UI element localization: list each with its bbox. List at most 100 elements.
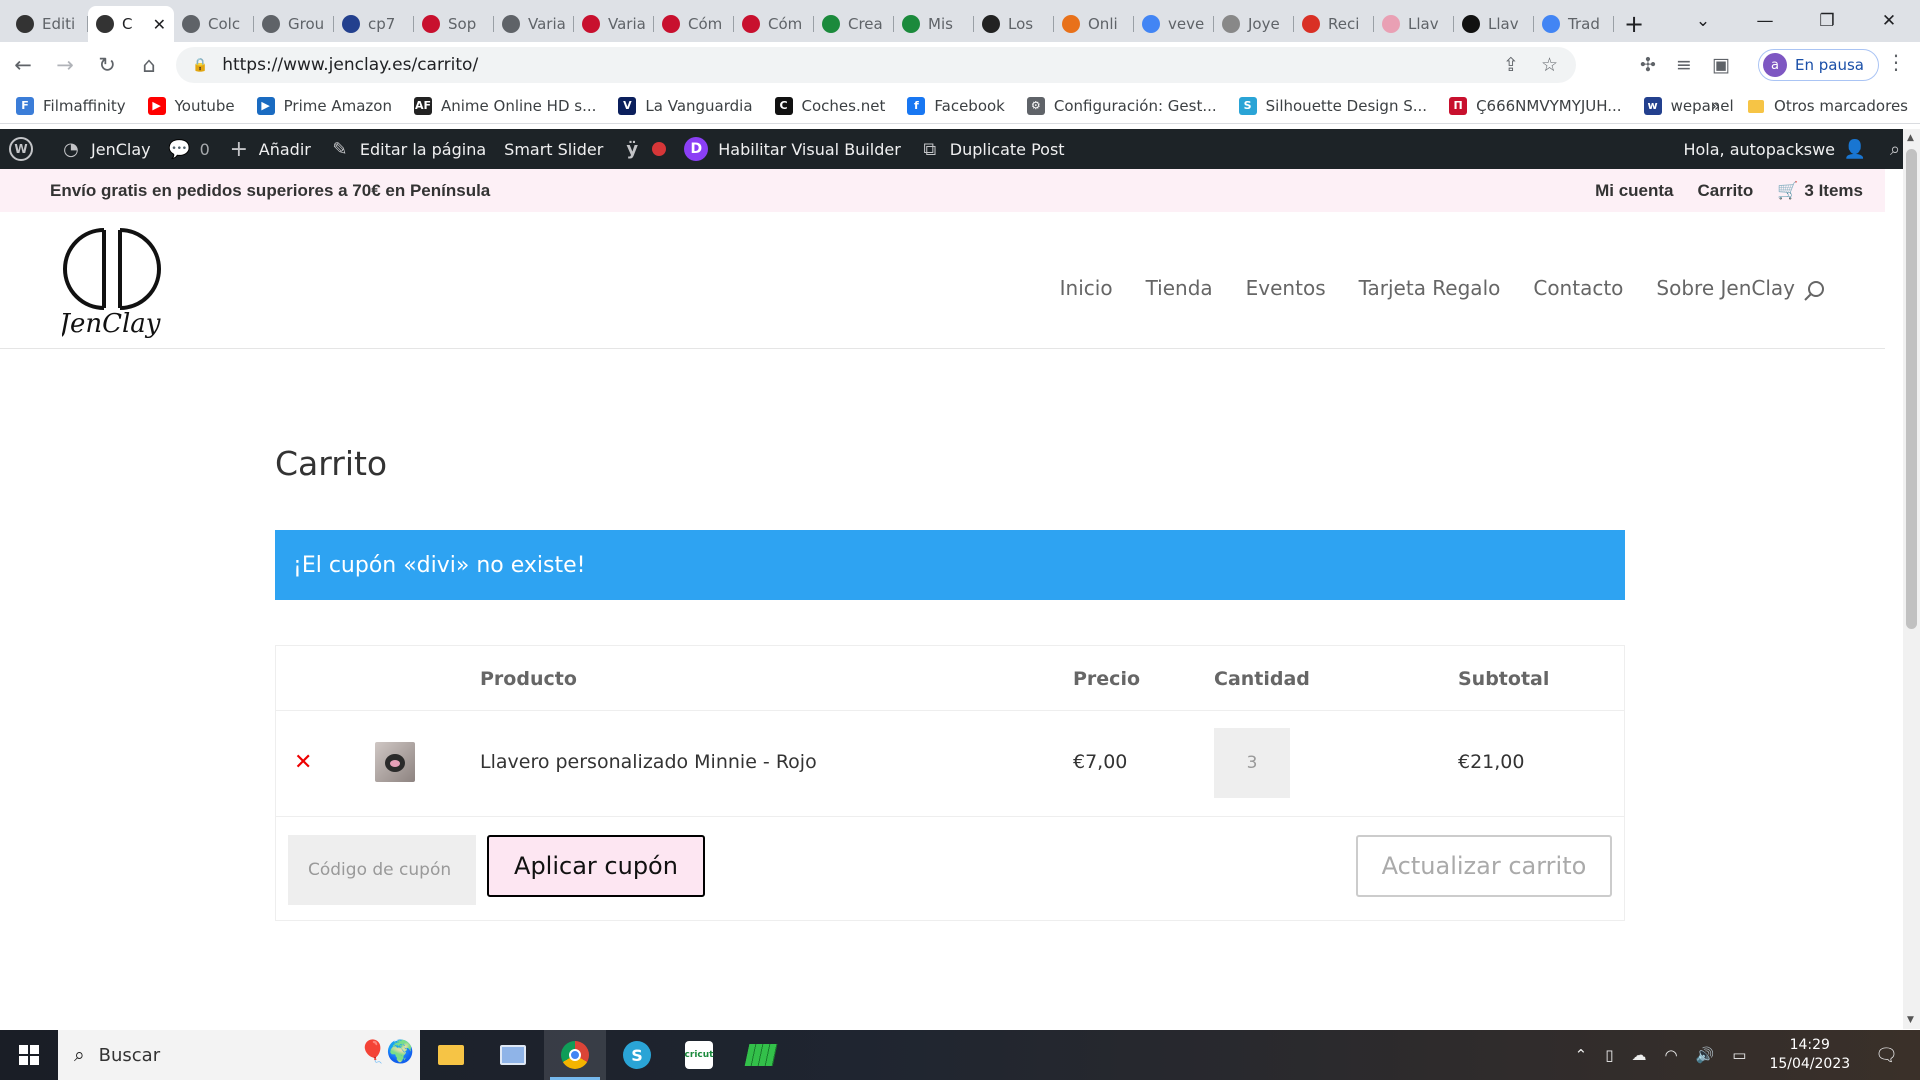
bookmark-item[interactable]: П Ç666NMVYMYJUH... — [1449, 96, 1622, 115]
bookmark-item[interactable]: C Coches.net — [774, 96, 885, 115]
reload-icon[interactable]: ↻ — [88, 46, 126, 84]
comments-menu[interactable]: 💬 0 — [160, 129, 219, 169]
bookmark-item[interactable]: AF Anime Online HD s... — [413, 96, 596, 115]
scrollbar-thumb[interactable] — [1906, 149, 1917, 629]
bookmarks-overflow-button[interactable]: » — [1711, 97, 1720, 115]
search-icon[interactable] — [1801, 278, 1827, 304]
update-cart-button[interactable]: Actualizar carrito — [1356, 835, 1612, 897]
bookmark-item[interactable]: F Filmaffinity — [16, 96, 126, 115]
add-new-menu[interactable]: + Añadir — [219, 129, 320, 169]
share-icon[interactable]: ⇪ — [1503, 54, 1519, 76]
nav-item[interactable]: Sobre JenClay — [1656, 276, 1795, 300]
tab[interactable]: Llav — [1454, 6, 1534, 42]
tab[interactable]: Varia — [574, 6, 654, 42]
battery-icon[interactable]: ▭ — [1732, 1046, 1746, 1064]
nav-item[interactable]: Contacto — [1533, 276, 1623, 300]
jenclay-logo[interactable]: JenClay — [62, 220, 162, 345]
tab[interactable]: Los — [974, 6, 1054, 42]
smart-slider-menu[interactable]: Smart Slider — [495, 129, 612, 169]
tab[interactable]: Onli — [1054, 6, 1134, 42]
close-tab-icon[interactable]: ✕ — [153, 15, 166, 34]
maximize-button[interactable]: ❐ — [1796, 0, 1858, 42]
tab[interactable]: Mis — [894, 6, 974, 42]
home-icon[interactable]: ⌂ — [130, 46, 168, 84]
bookmark-item[interactable]: ▶ Youtube — [147, 96, 235, 115]
forward-icon[interactable]: → — [46, 46, 84, 84]
product-name-link[interactable]: Llavero personalizado Minnie - Rojo — [480, 751, 817, 773]
spreadsheet-app-icon[interactable] — [730, 1030, 792, 1080]
remote-desktop-icon[interactable] — [482, 1030, 544, 1080]
bookmark-item[interactable]: ⚙ Configuración: Gest... — [1026, 96, 1217, 115]
sync-error-icon[interactable]: ☁ — [1631, 1046, 1646, 1064]
tab[interactable]: Joye — [1214, 6, 1294, 42]
yoast-seo-menu[interactable]: ÿ — [612, 129, 675, 169]
taskbar-clock[interactable]: 14:29 15/04/2023 — [1769, 1036, 1850, 1074]
extensions-puzzle-icon[interactable]: ✣ — [1640, 54, 1656, 76]
mini-cart-link[interactable]: 🛒 3 Items — [1777, 181, 1863, 201]
scroll-down-arrow-icon[interactable]: ▼ — [1907, 1015, 1914, 1025]
side-panel-icon[interactable]: ▣ — [1712, 54, 1730, 76]
bookmark-item[interactable]: S Silhouette Design S... — [1238, 96, 1427, 115]
volume-icon[interactable]: 🔊 — [1696, 1046, 1715, 1064]
file-explorer-icon[interactable] — [420, 1030, 482, 1080]
tab[interactable]: Sop — [414, 6, 494, 42]
reading-list-icon[interactable]: ≡ — [1676, 54, 1692, 76]
nav-item[interactable]: Tarjeta Regalo — [1359, 276, 1501, 300]
close-window-button[interactable]: ✕ — [1858, 0, 1920, 42]
new-tab-button[interactable]: + — [1614, 6, 1654, 42]
quantity-input[interactable] — [1214, 728, 1290, 798]
bookmark-favicon-icon: ⚙ — [1026, 96, 1045, 115]
minimize-button[interactable]: — — [1734, 0, 1796, 42]
browser-menu-icon[interactable]: ⋮ — [1886, 50, 1906, 74]
coupon-code-input[interactable] — [288, 835, 476, 905]
cricut-icon[interactable]: cricut — [668, 1030, 730, 1080]
duplicate-post-link[interactable]: ⧉ Duplicate Post — [910, 129, 1074, 169]
lock-icon[interactable]: 🔒 — [192, 58, 208, 73]
scroll-up-arrow-icon[interactable]: ▲ — [1907, 133, 1914, 143]
bookmark-item[interactable]: ▶ Prime Amazon — [256, 96, 392, 115]
tab[interactable]: Llav — [1374, 6, 1454, 42]
product-thumbnail[interactable] — [375, 742, 415, 782]
wp-logo-menu[interactable]: W — [0, 129, 51, 169]
divi-builder-link[interactable]: D Habilitar Visual Builder — [675, 129, 910, 169]
profile-chip[interactable]: a En pausa — [1758, 49, 1879, 81]
tab[interactable]: Trad — [1534, 6, 1614, 42]
taskbar-search-box[interactable]: ⌕ Buscar 🎈🌍 — [58, 1030, 420, 1080]
tab[interactable]: Colc — [174, 6, 254, 42]
tab[interactable]: Varia — [494, 6, 574, 42]
tab-search-icon[interactable]: ⌄ — [1672, 0, 1734, 42]
page-scrollbar[interactable]: ▲ ▼ — [1903, 129, 1920, 1029]
nav-item[interactable]: Inicio — [1060, 276, 1113, 300]
address-bar[interactable]: 🔒 https://www.jenclay.es/carrito/ ⇪ ☆ — [176, 47, 1576, 83]
start-button[interactable] — [0, 1030, 58, 1080]
show-hidden-icons-icon[interactable]: ⌃ — [1575, 1046, 1588, 1064]
silhouette-studio-icon[interactable]: S — [606, 1030, 668, 1080]
nav-item[interactable]: Eventos — [1246, 276, 1326, 300]
remove-item-icon[interactable]: ✕ — [294, 750, 312, 775]
nav-item[interactable]: Tienda — [1146, 276, 1213, 300]
cart-link[interactable]: Carrito — [1698, 181, 1754, 201]
other-bookmarks-folder[interactable]: Otros marcadores — [1774, 97, 1908, 115]
device-icon[interactable]: ▯ — [1605, 1046, 1613, 1064]
notifications-icon[interactable]: 🗨 — [1875, 1045, 1898, 1066]
bookmark-item[interactable]: f Facebook — [907, 96, 1005, 115]
tab[interactable]: Grou — [254, 6, 334, 42]
my-account-menu[interactable]: Hola, autopackswe 👤 — [1674, 129, 1875, 169]
bookmark-item[interactable]: V La Vanguardia — [618, 96, 753, 115]
chrome-taskbar-icon[interactable] — [544, 1030, 606, 1080]
site-name-menu[interactable]: ◔ JenClay — [51, 129, 160, 169]
wifi-icon[interactable]: ◠ — [1664, 1046, 1677, 1064]
tab[interactable]: Crea — [814, 6, 894, 42]
tab[interactable]: Cóm — [734, 6, 814, 42]
edit-page-link[interactable]: ✎ Editar la página — [320, 129, 495, 169]
bookmark-star-icon[interactable]: ☆ — [1541, 54, 1558, 76]
tab[interactable]: veve — [1134, 6, 1214, 42]
my-account-link[interactable]: Mi cuenta — [1595, 181, 1673, 201]
tab[interactable]: Editi — [8, 6, 88, 42]
tab[interactable]: Reci — [1294, 6, 1374, 42]
apply-coupon-button[interactable]: Aplicar cupón — [487, 835, 705, 897]
back-icon[interactable]: ← — [4, 46, 42, 84]
tab-active[interactable]: C ✕ — [88, 6, 174, 42]
tab[interactable]: cp7 — [334, 6, 414, 42]
tab[interactable]: Cóm — [654, 6, 734, 42]
